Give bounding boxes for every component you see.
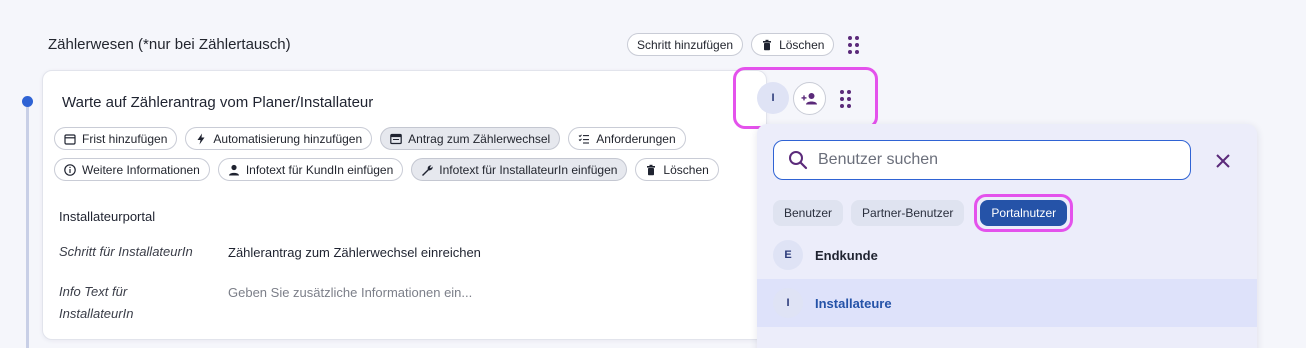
add-step-button[interactable]: Schritt hinzufügen <box>627 33 744 56</box>
drag-handle-icon[interactable] <box>842 34 865 56</box>
delete-step-button[interactable]: Löschen <box>635 158 719 181</box>
info-text-label-line1: Info Text für <box>59 284 128 299</box>
delete-step-label: Löschen <box>663 162 709 177</box>
step-card: Warte auf Zählerantrag vom Planer/Instal… <box>42 70 767 340</box>
form-icon <box>390 133 402 144</box>
filter-highlight: Portalnutzer <box>974 194 1074 232</box>
user-option-endkunde[interactable]: E Endkunde <box>757 231 1257 279</box>
user-search-input[interactable]: Benutzer suchen <box>773 140 1191 180</box>
user-option-name: Endkunde <box>815 247 878 263</box>
add-step-label: Schritt hinzufügen <box>637 37 734 52</box>
timeline-line <box>26 100 29 348</box>
step-title: Warte auf Zählerantrag vom Planer/Instal… <box>62 94 374 111</box>
filter-portal-users[interactable]: Portalnutzer <box>980 200 1068 226</box>
installer-infotext-label: Infotext für InstallateurIn einfügen <box>439 162 618 177</box>
user-option-avatar: E <box>773 240 803 270</box>
info-text-label-line2: InstallateurIn <box>59 306 134 321</box>
filter-partner-users[interactable]: Partner-Benutzer <box>851 200 965 226</box>
filter-users[interactable]: Benutzer <box>773 200 844 226</box>
user-picker-dropdown: Benutzer suchen Benutzer Partner-Benutze… <box>757 124 1257 348</box>
customer-infotext-button[interactable]: Infotext für KundIn einfügen <box>217 158 404 181</box>
portal-heading: Installateurportal <box>59 209 156 224</box>
checklist-icon <box>578 133 590 144</box>
step-for-installer-label: Schritt für InstallateurIn <box>59 244 193 259</box>
chip-row-1: Frist hinzufügen Automatisierung hinzufü… <box>54 127 686 150</box>
user-option-avatar: I <box>773 288 803 318</box>
assignee-avatar[interactable]: I <box>757 82 789 114</box>
info-text-input[interactable]: Geben Sie zusätzliche Informationen ein.… <box>228 285 472 300</box>
timeline-dot <box>22 96 33 107</box>
trash-icon <box>763 39 772 50</box>
step-for-installer-value[interactable]: Zählerantrag zum Zählerwechsel einreiche… <box>228 245 481 260</box>
user-type-filters: Benutzer Partner-Benutzer Portalnutzer <box>773 194 1074 232</box>
add-deadline-label: Frist hinzufügen <box>82 131 168 146</box>
lightning-icon <box>197 133 205 144</box>
more-info-label: Weitere Informationen <box>82 162 200 177</box>
add-person-icon <box>801 93 817 105</box>
chip-row-2: Weitere Informationen Infotext für KundI… <box>54 158 719 181</box>
close-icon[interactable] <box>1213 151 1233 171</box>
step-drag-handle-icon[interactable] <box>834 88 857 110</box>
section-actions: Schritt hinzufügen Löschen <box>627 33 865 56</box>
add-deadline-button[interactable]: Frist hinzufügen <box>54 127 178 150</box>
user-search-placeholder: Benutzer suchen <box>818 151 939 168</box>
more-info-button[interactable]: Weitere Informationen <box>54 158 210 181</box>
wrench-icon <box>422 164 433 176</box>
search-icon <box>789 151 808 170</box>
meter-change-request-button[interactable]: Antrag zum Zählerwechsel <box>380 127 561 150</box>
installer-infotext-button[interactable]: Infotext für InstallateurIn einfügen <box>411 158 628 181</box>
requirements-label: Anforderungen <box>596 131 676 146</box>
info-icon <box>64 163 76 176</box>
delete-section-button[interactable]: Löschen <box>751 33 835 56</box>
trash-icon <box>647 164 656 175</box>
delete-section-label: Löschen <box>779 37 825 52</box>
person-icon <box>228 164 239 175</box>
user-option-name: Installateure <box>815 295 892 311</box>
section-title: Zählerwesen (*nur bei Zählertausch) <box>48 36 291 53</box>
user-option-installateure[interactable]: I Installateure <box>757 279 1257 327</box>
customer-infotext-label: Infotext für KundIn einfügen <box>245 162 394 177</box>
meter-change-request-label: Antrag zum Zählerwechsel <box>408 131 551 146</box>
add-assignee-button[interactable] <box>793 82 826 115</box>
requirements-button[interactable]: Anforderungen <box>568 127 686 150</box>
add-automation-label: Automatisierung hinzufügen <box>213 131 363 146</box>
add-automation-button[interactable]: Automatisierung hinzufügen <box>185 127 373 150</box>
calendar-icon <box>64 133 76 145</box>
